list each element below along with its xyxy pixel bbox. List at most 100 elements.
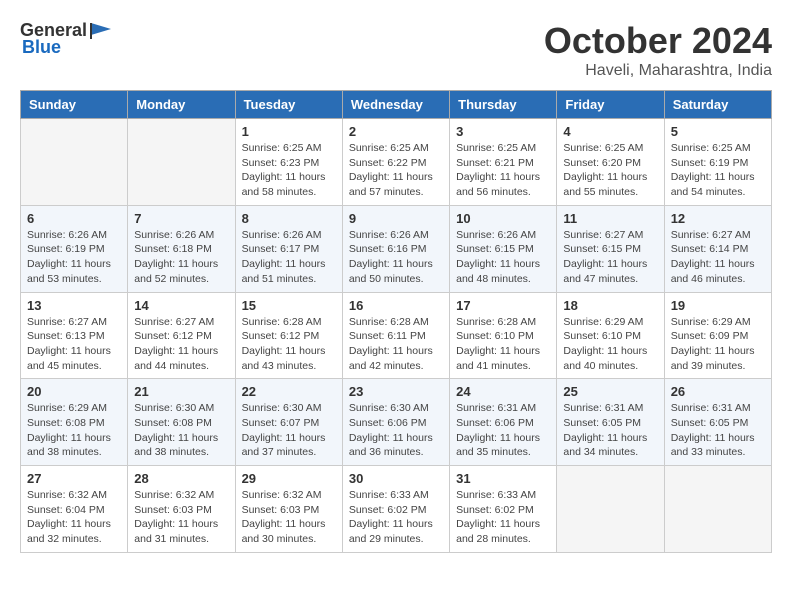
day-detail: Sunrise: 6:26 AMSunset: 6:19 PMDaylight:… xyxy=(27,228,121,287)
calendar-week-row: 27Sunrise: 6:32 AMSunset: 6:04 PMDayligh… xyxy=(21,466,772,553)
calendar-cell: 30 Sunrise: 6:33 AMSunset: 6:02 PMDayligh… xyxy=(342,466,449,553)
weekday-header-monday: Monday xyxy=(128,91,235,119)
calendar-cell: 11 Sunrise: 6:27 AMSunset: 6:15 PMDayligh… xyxy=(557,205,664,292)
day-detail: Sunrise: 6:30 AMSunset: 6:06 PMDaylight:… xyxy=(349,401,443,460)
day-number: 11 xyxy=(563,211,657,226)
day-detail: Sunrise: 6:27 AMSunset: 6:15 PMDaylight:… xyxy=(563,228,657,287)
calendar-cell: 24 Sunrise: 6:31 AMSunset: 6:06 PMDayligh… xyxy=(450,379,557,466)
day-detail: Sunrise: 6:33 AMSunset: 6:02 PMDaylight:… xyxy=(456,488,550,547)
calendar-cell xyxy=(557,466,664,553)
day-number: 30 xyxy=(349,471,443,486)
day-detail: Sunrise: 6:32 AMSunset: 6:03 PMDaylight:… xyxy=(134,488,228,547)
calendar-cell: 14 Sunrise: 6:27 AMSunset: 6:12 PMDayligh… xyxy=(128,292,235,379)
day-number: 5 xyxy=(671,124,765,139)
day-number: 14 xyxy=(134,298,228,313)
day-number: 16 xyxy=(349,298,443,313)
calendar-cell: 1Sunrise: 6:25 AMSunset: 6:23 PMDaylight… xyxy=(235,119,342,206)
calendar-cell: 28 Sunrise: 6:32 AMSunset: 6:03 PMDayligh… xyxy=(128,466,235,553)
day-number: 19 xyxy=(671,298,765,313)
calendar-week-row: 13 Sunrise: 6:27 AMSunset: 6:13 PMDayligh… xyxy=(21,292,772,379)
day-detail: Sunrise: 6:26 AMSunset: 6:18 PMDaylight:… xyxy=(134,228,228,287)
calendar-cell: 6 Sunrise: 6:26 AMSunset: 6:19 PMDaylight… xyxy=(21,205,128,292)
day-number: 10 xyxy=(456,211,550,226)
logo-flag-icon xyxy=(89,21,113,41)
calendar-cell: 5Sunrise: 6:25 AMSunset: 6:19 PMDaylight… xyxy=(664,119,771,206)
day-detail: Sunrise: 6:29 AMSunset: 6:08 PMDaylight:… xyxy=(27,401,121,460)
day-number: 8 xyxy=(242,211,336,226)
day-detail: Sunrise: 6:32 AMSunset: 6:03 PMDaylight:… xyxy=(242,488,336,547)
calendar-cell: 27Sunrise: 6:32 AMSunset: 6:04 PMDayligh… xyxy=(21,466,128,553)
day-detail: Sunrise: 6:29 AMSunset: 6:10 PMDaylight:… xyxy=(563,315,657,374)
day-detail: Sunrise: 6:31 AMSunset: 6:05 PMDaylight:… xyxy=(671,401,765,460)
day-number: 25 xyxy=(563,384,657,399)
day-detail: Sunrise: 6:29 AMSunset: 6:09 PMDaylight:… xyxy=(671,315,765,374)
day-number: 21 xyxy=(134,384,228,399)
weekday-header-friday: Friday xyxy=(557,91,664,119)
day-number: 12 xyxy=(671,211,765,226)
day-detail: Sunrise: 6:28 AMSunset: 6:10 PMDaylight:… xyxy=(456,315,550,374)
page-subtitle: Haveli, Maharashtra, India xyxy=(544,62,772,80)
header: General Blue October 2024 Haveli, Mahara… xyxy=(20,20,772,80)
day-detail: Sunrise: 6:32 AMSunset: 6:04 PMDaylight:… xyxy=(27,488,121,547)
day-detail: Sunrise: 6:31 AMSunset: 6:05 PMDaylight:… xyxy=(563,401,657,460)
day-number: 20 xyxy=(27,384,121,399)
calendar-cell: 9Sunrise: 6:26 AMSunset: 6:16 PMDaylight… xyxy=(342,205,449,292)
day-detail: Sunrise: 6:31 AMSunset: 6:06 PMDaylight:… xyxy=(456,401,550,460)
day-detail: Sunrise: 6:25 AMSunset: 6:23 PMDaylight:… xyxy=(242,141,336,200)
day-detail: Sunrise: 6:26 AMSunset: 6:15 PMDaylight:… xyxy=(456,228,550,287)
day-number: 3 xyxy=(456,124,550,139)
calendar-cell: 15Sunrise: 6:28 AMSunset: 6:12 PMDayligh… xyxy=(235,292,342,379)
calendar-cell: 20 Sunrise: 6:29 AMSunset: 6:08 PMDayligh… xyxy=(21,379,128,466)
calendar-cell: 22Sunrise: 6:30 AMSunset: 6:07 PMDayligh… xyxy=(235,379,342,466)
page-title: October 2024 xyxy=(544,20,772,62)
day-detail: Sunrise: 6:28 AMSunset: 6:11 PMDaylight:… xyxy=(349,315,443,374)
day-number: 18 xyxy=(563,298,657,313)
day-number: 2 xyxy=(349,124,443,139)
day-number: 22 xyxy=(242,384,336,399)
calendar-cell: 16 Sunrise: 6:28 AMSunset: 6:11 PMDayligh… xyxy=(342,292,449,379)
calendar-cell: 29 Sunrise: 6:32 AMSunset: 6:03 PMDayligh… xyxy=(235,466,342,553)
calendar-cell xyxy=(21,119,128,206)
weekday-header-saturday: Saturday xyxy=(664,91,771,119)
day-number: 4 xyxy=(563,124,657,139)
day-number: 13 xyxy=(27,298,121,313)
title-area: October 2024 Haveli, Maharashtra, India xyxy=(544,20,772,80)
calendar-cell: 12 Sunrise: 6:27 AMSunset: 6:14 PMDayligh… xyxy=(664,205,771,292)
day-detail: Sunrise: 6:25 AMSunset: 6:20 PMDaylight:… xyxy=(563,141,657,200)
day-number: 31 xyxy=(456,471,550,486)
day-detail: Sunrise: 6:30 AMSunset: 6:08 PMDaylight:… xyxy=(134,401,228,460)
calendar-cell: 17 Sunrise: 6:28 AMSunset: 6:10 PMDayligh… xyxy=(450,292,557,379)
day-detail: Sunrise: 6:25 AMSunset: 6:21 PMDaylight:… xyxy=(456,141,550,200)
calendar-cell: 23Sunrise: 6:30 AMSunset: 6:06 PMDayligh… xyxy=(342,379,449,466)
calendar-cell: 18 Sunrise: 6:29 AMSunset: 6:10 PMDayligh… xyxy=(557,292,664,379)
day-number: 24 xyxy=(456,384,550,399)
day-detail: Sunrise: 6:25 AMSunset: 6:22 PMDaylight:… xyxy=(349,141,443,200)
day-number: 17 xyxy=(456,298,550,313)
calendar-cell: 26 Sunrise: 6:31 AMSunset: 6:05 PMDayligh… xyxy=(664,379,771,466)
day-number: 9 xyxy=(349,211,443,226)
calendar-cell xyxy=(128,119,235,206)
calendar-cell: 13 Sunrise: 6:27 AMSunset: 6:13 PMDayligh… xyxy=(21,292,128,379)
calendar-cell: 21 Sunrise: 6:30 AMSunset: 6:08 PMDayligh… xyxy=(128,379,235,466)
day-number: 29 xyxy=(242,471,336,486)
day-number: 6 xyxy=(27,211,121,226)
day-detail: Sunrise: 6:26 AMSunset: 6:17 PMDaylight:… xyxy=(242,228,336,287)
logo-blue-text: Blue xyxy=(22,37,61,58)
calendar-week-row: 1Sunrise: 6:25 AMSunset: 6:23 PMDaylight… xyxy=(21,119,772,206)
logo: General Blue xyxy=(20,20,113,58)
calendar-cell xyxy=(664,466,771,553)
day-number: 26 xyxy=(671,384,765,399)
calendar-cell: 8 Sunrise: 6:26 AMSunset: 6:17 PMDaylight… xyxy=(235,205,342,292)
calendar-cell: 3 Sunrise: 6:25 AMSunset: 6:21 PMDaylight… xyxy=(450,119,557,206)
day-number: 28 xyxy=(134,471,228,486)
calendar-cell: 7Sunrise: 6:26 AMSunset: 6:18 PMDaylight… xyxy=(128,205,235,292)
weekday-header-tuesday: Tuesday xyxy=(235,91,342,119)
day-detail: Sunrise: 6:33 AMSunset: 6:02 PMDaylight:… xyxy=(349,488,443,547)
calendar-week-row: 6 Sunrise: 6:26 AMSunset: 6:19 PMDaylight… xyxy=(21,205,772,292)
day-detail: Sunrise: 6:27 AMSunset: 6:13 PMDaylight:… xyxy=(27,315,121,374)
day-detail: Sunrise: 6:27 AMSunset: 6:12 PMDaylight:… xyxy=(134,315,228,374)
day-detail: Sunrise: 6:27 AMSunset: 6:14 PMDaylight:… xyxy=(671,228,765,287)
calendar-cell: 4 Sunrise: 6:25 AMSunset: 6:20 PMDaylight… xyxy=(557,119,664,206)
calendar-cell: 25 Sunrise: 6:31 AMSunset: 6:05 PMDayligh… xyxy=(557,379,664,466)
calendar-table: SundayMondayTuesdayWednesdayThursdayFrid… xyxy=(20,90,772,553)
